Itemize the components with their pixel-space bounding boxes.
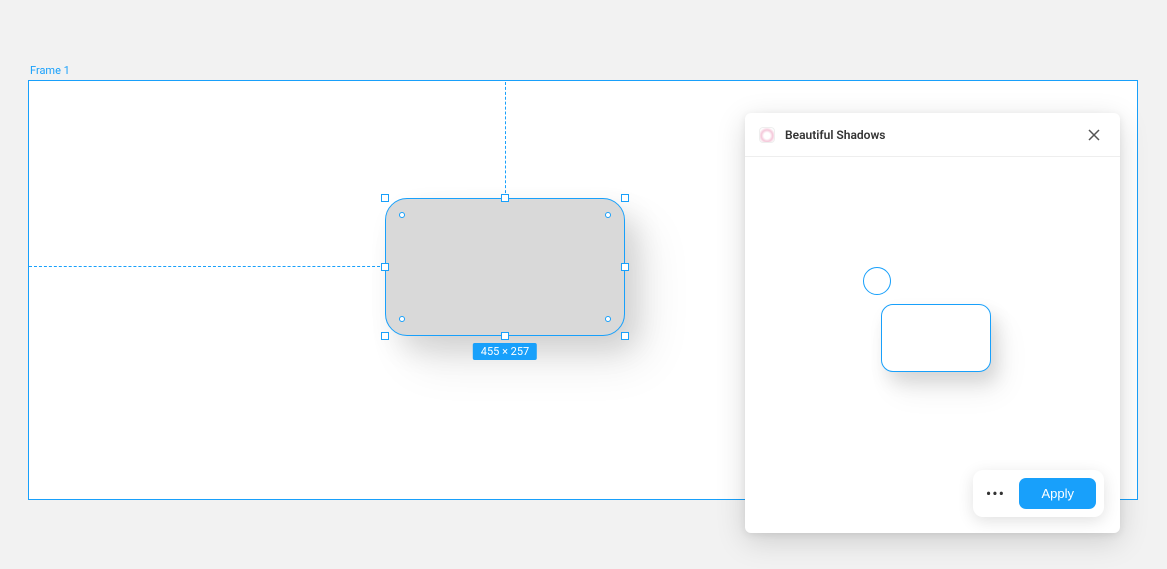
plugin-body: ••• Apply	[745, 157, 1120, 533]
ellipsis-icon: •••	[986, 484, 1005, 503]
close-button[interactable]	[1082, 123, 1106, 147]
plugin-panel[interactable]: Beautiful Shadows ••• Apply	[745, 113, 1120, 533]
plugin-title: Beautiful Shadows	[785, 128, 1072, 142]
selected-rectangle[interactable]	[385, 198, 625, 336]
alignment-guide-vertical	[505, 82, 506, 198]
frame-label[interactable]: Frame 1	[30, 64, 70, 77]
close-icon	[1088, 129, 1100, 141]
more-options-button[interactable]: •••	[981, 480, 1009, 508]
shadow-preview-rectangle[interactable]	[881, 304, 991, 372]
plugin-footer: ••• Apply	[973, 470, 1104, 517]
plugin-icon	[759, 127, 775, 143]
light-source-handle[interactable]	[863, 267, 891, 295]
alignment-guide-horizontal	[29, 266, 385, 267]
apply-button[interactable]: Apply	[1019, 478, 1096, 509]
plugin-header: Beautiful Shadows	[745, 113, 1120, 157]
